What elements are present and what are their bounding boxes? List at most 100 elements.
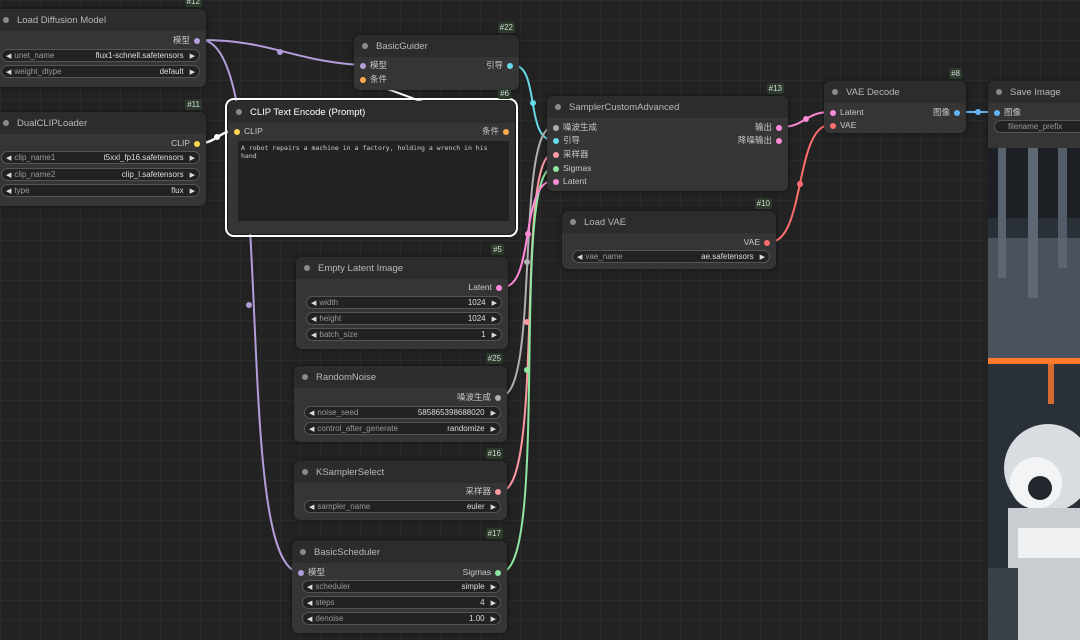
input-model[interactable]: 模型 (360, 59, 387, 71)
collapse-dot-icon[interactable] (996, 89, 1002, 95)
arrow-left-icon[interactable]: ◀ (307, 583, 312, 591)
output-vae[interactable]: VAE (744, 236, 770, 248)
widget-filename-prefix[interactable]: filename_prefix (994, 120, 1080, 133)
arrow-right-icon[interactable]: ▶ (492, 331, 497, 339)
collapse-dot-icon[interactable] (304, 265, 310, 271)
arrow-left-icon[interactable]: ◀ (6, 154, 11, 162)
widget-steps[interactable]: ◀ steps 4 ▶ (302, 596, 501, 609)
widget-noise-seed[interactable]: ◀ noise_seed 585865398688020 ▶ (304, 406, 501, 419)
collapse-dot-icon[interactable] (3, 17, 9, 23)
port-dot-icon[interactable] (495, 488, 501, 495)
widget-unet-name[interactable]: ◀ unet_name flux1-schnell.safetensors ▶ (1, 49, 200, 62)
collapse-dot-icon[interactable] (555, 104, 561, 110)
collapse-dot-icon[interactable] (362, 43, 368, 49)
collapse-dot-icon[interactable] (236, 109, 242, 115)
arrow-right-icon[interactable]: ▶ (190, 187, 195, 195)
port-dot-icon[interactable] (764, 239, 770, 246)
widget-batch-size[interactable]: ◀ batch_size 1 ▶ (306, 328, 502, 341)
output-latent[interactable]: Latent (468, 281, 502, 293)
node-header[interactable]: SamplerCustomAdvanced (547, 96, 788, 118)
collapse-dot-icon[interactable] (302, 374, 308, 380)
collapse-dot-icon[interactable] (570, 219, 576, 225)
output-clip[interactable]: CLIP (171, 137, 200, 149)
random-noise-node[interactable]: #25 RandomNoise 噪波生成 ◀ noise_seed 585865… (294, 353, 507, 442)
node-header[interactable]: Load VAE (562, 211, 776, 233)
port-dot-icon[interactable] (234, 128, 240, 135)
input-noise[interactable]: 噪波生成 (553, 121, 597, 133)
arrow-left-icon[interactable]: ◀ (6, 187, 11, 195)
port-dot-icon[interactable] (495, 569, 501, 576)
node-header[interactable]: VAE Decode (824, 81, 966, 103)
basic-scheduler-node[interactable]: #17 BasicScheduler 模型 Sigmas ◀ scheduler… (292, 528, 507, 633)
load-vae-node[interactable]: #10 Load VAE VAE ◀ vae_name ae.safetenso… (562, 198, 776, 269)
port-dot-icon[interactable] (553, 151, 559, 158)
arrow-left-icon[interactable]: ◀ (311, 315, 316, 323)
widget-weight-dtype[interactable]: ◀ weight_dtype default ▶ (1, 65, 200, 78)
widget-width[interactable]: ◀ width 1024 ▶ (306, 296, 502, 309)
arrow-right-icon[interactable]: ▶ (491, 583, 496, 591)
port-dot-icon[interactable] (776, 137, 782, 144)
port-dot-icon[interactable] (776, 124, 782, 131)
widget-control-after-generate[interactable]: ◀ control_after_generate randomize ▶ (304, 422, 501, 435)
output-image[interactable]: 图像 (933, 106, 960, 118)
port-dot-icon[interactable] (830, 122, 836, 129)
basic-guider-node[interactable]: #22 BasicGuider 模型 条件 引导 (354, 22, 519, 90)
arrow-right-icon[interactable]: ▶ (491, 425, 496, 433)
collapse-dot-icon[interactable] (3, 120, 9, 126)
arrow-left-icon[interactable]: ◀ (6, 68, 11, 76)
arrow-left-icon[interactable]: ◀ (6, 52, 11, 60)
output-sampler[interactable]: 采样器 (465, 485, 501, 497)
node-header[interactable]: BasicGuider (354, 35, 519, 57)
widget-type[interactable]: ◀ type flux ▶ (1, 184, 200, 197)
input-latent[interactable]: Latent (553, 175, 587, 187)
port-dot-icon[interactable] (954, 109, 960, 116)
arrow-right-icon[interactable]: ▶ (760, 253, 765, 261)
port-dot-icon[interactable] (553, 137, 559, 144)
input-sampler[interactable]: 采样器 (553, 148, 589, 160)
collapse-dot-icon[interactable] (302, 469, 308, 475)
node-header[interactable]: RandomNoise (294, 366, 507, 388)
prompt-textarea[interactable]: A robot repairs a machine in a factory, … (238, 141, 509, 221)
arrow-left-icon[interactable]: ◀ (309, 409, 314, 417)
port-dot-icon[interactable] (298, 569, 304, 576)
widget-clip-name2[interactable]: ◀ clip_name2 clip_l.safetensors ▶ (1, 168, 200, 181)
image-preview[interactable] (988, 148, 1080, 640)
output-sigmas[interactable]: Sigmas (463, 566, 501, 578)
widget-clip-name1[interactable]: ◀ clip_name1 t5xxl_fp16.safetensors ▶ (1, 151, 200, 164)
input-clip[interactable]: CLIP (234, 125, 263, 137)
sampler-custom-advanced-node[interactable]: #13 SamplerCustomAdvanced 噪波生成 引导 采样器 Si… (547, 83, 788, 191)
vae-decode-node[interactable]: #8 VAE Decode Latent VAE 图像 (824, 68, 966, 133)
port-dot-icon[interactable] (830, 109, 836, 116)
widget-denoise[interactable]: ◀ denoise 1.00 ▶ (302, 612, 501, 625)
output-conditioning[interactable]: 条件 (482, 125, 509, 137)
port-dot-icon[interactable] (553, 124, 559, 131)
arrow-left-icon[interactable]: ◀ (307, 615, 312, 623)
port-dot-icon[interactable] (553, 165, 559, 172)
collapse-dot-icon[interactable] (832, 89, 838, 95)
port-dot-icon[interactable] (495, 394, 501, 401)
arrow-left-icon[interactable]: ◀ (311, 299, 316, 307)
port-dot-icon[interactable] (360, 76, 366, 83)
arrow-right-icon[interactable]: ▶ (190, 52, 195, 60)
output-guider[interactable]: 引导 (486, 59, 513, 71)
arrow-left-icon[interactable]: ◀ (307, 599, 312, 607)
arrow-right-icon[interactable]: ▶ (190, 68, 195, 76)
save-image-node[interactable]: Save Image 图像 filename_prefix (988, 81, 1080, 148)
input-latent[interactable]: Latent (830, 106, 864, 118)
output-model[interactable]: 模型 (173, 34, 200, 46)
ksampler-select-node[interactable]: #16 KSamplerSelect 采样器 ◀ sampler_name eu… (294, 448, 507, 520)
port-dot-icon[interactable] (496, 284, 502, 291)
port-dot-icon[interactable] (194, 140, 200, 147)
port-dot-icon[interactable] (503, 128, 509, 135)
arrow-right-icon[interactable]: ▶ (492, 299, 497, 307)
clip-text-encode-node[interactable]: #6 CLIP Text Encode (Prompt) CLIP 条件 A r… (225, 88, 518, 237)
input-model[interactable]: 模型 (298, 566, 325, 578)
widget-height[interactable]: ◀ height 1024 ▶ (306, 312, 502, 325)
output-noise[interactable]: 噪波生成 (457, 391, 501, 403)
arrow-right-icon[interactable]: ▶ (492, 315, 497, 323)
output-denoised[interactable]: 降噪输出 (738, 134, 782, 146)
empty-latent-image-node[interactable]: #5 Empty Latent Image Latent ◀ width 102… (296, 244, 508, 349)
node-header[interactable]: BasicScheduler (292, 541, 507, 563)
node-header[interactable]: DualCLIPLoader (0, 112, 206, 134)
arrow-right-icon[interactable]: ▶ (491, 503, 496, 511)
